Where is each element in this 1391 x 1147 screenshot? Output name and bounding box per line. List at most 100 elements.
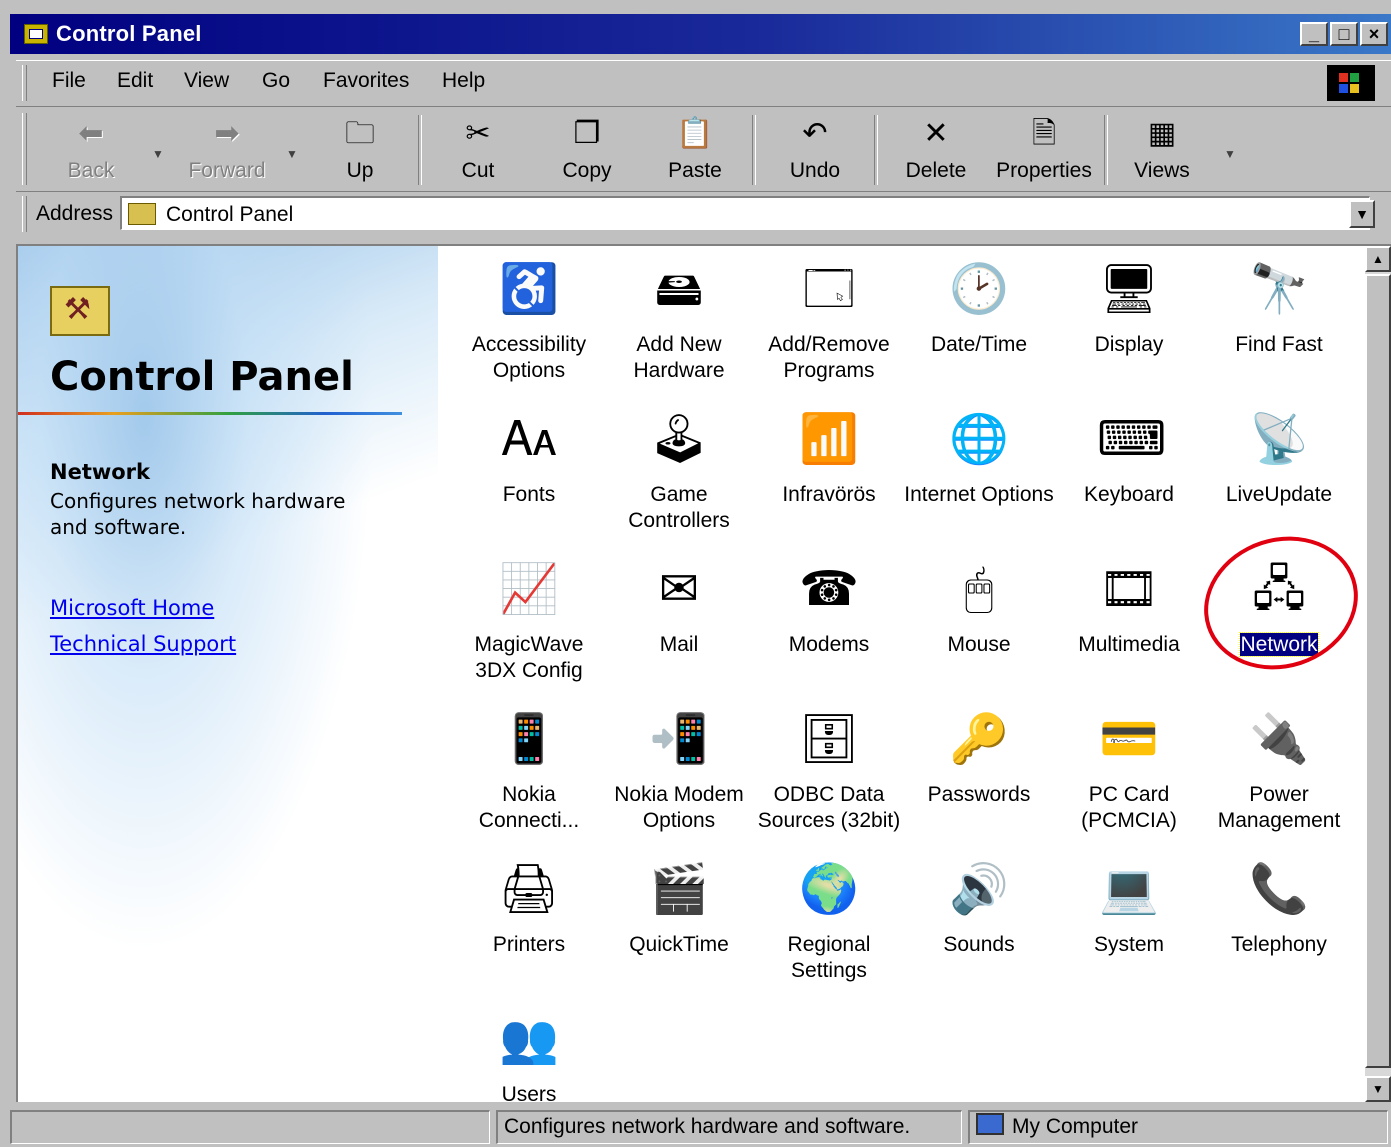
up-button[interactable]: 🗀 Up <box>322 111 398 187</box>
item-label: Multimedia <box>1078 633 1180 656</box>
address-bar: Address Control Panel ▼ <box>16 192 1391 236</box>
views-dropdown-icon[interactable]: ▼ <box>1224 147 1236 161</box>
control-panel-item-system[interactable]: 💻 System <box>1054 848 1204 998</box>
scroll-thumb[interactable] <box>1365 274 1391 1068</box>
title-bar[interactable]: Control Panel _ □ × <box>10 14 1391 54</box>
status-text: Configures network hardware and software… <box>496 1110 962 1144</box>
control-panel-item-keyboard[interactable]: ⌨ Keyboard <box>1054 398 1204 548</box>
standard-toolbar: ⬅ Back ▼ ➡ Forward ▼ 🗀 Up ✂ Cut ❐ Copy 📋… <box>16 106 1391 192</box>
control-panel-item-multimedia[interactable]: 🎞 Multimedia <box>1054 548 1204 698</box>
paste-icon: 📋 <box>676 117 714 150</box>
web-view-panel: Control Panel Network Configures network… <box>18 246 438 1102</box>
control-panel-item-quicktime[interactable]: 🎬 QuickTime <box>604 848 754 998</box>
copy-icon: ❐ <box>573 117 601 150</box>
forward-button[interactable]: ➡ Forward <box>180 111 274 187</box>
menu-help[interactable]: Help <box>442 69 485 93</box>
control-panel-item-printers[interactable]: 🖨 Printers <box>454 848 604 998</box>
control-panel-item-game-controllers[interactable]: 🕹 Game Controllers <box>604 398 754 548</box>
menu-view[interactable]: View <box>184 69 229 93</box>
control-panel-item-odbc-data-sources-32bit[interactable]: 🗄 ODBC Data Sources (32bit) <box>754 698 904 848</box>
control-panel-item-modems[interactable]: ☎ Modems <box>754 548 904 698</box>
back-dropdown-icon[interactable]: ▼ <box>152 147 164 161</box>
toolbar-grip[interactable] <box>22 113 27 185</box>
programs-icon: 🗔 <box>802 263 856 316</box>
item-label: Modems <box>788 633 870 656</box>
control-panel-item-users[interactable]: 👥 Users <box>454 998 604 1102</box>
item-label: Date/Time <box>930 333 1028 356</box>
icon-grid: ♿ Accessibility Options 🖴 Add New Hardware 🗔… <box>438 246 1358 1102</box>
mail-icon: ✉ <box>658 563 700 616</box>
control-panel-item-sounds[interactable]: 🔊 Sounds <box>904 848 1054 998</box>
control-panel-item-mouse[interactable]: 🖱 Mouse <box>904 548 1054 698</box>
globe-tools-icon: 🌐 <box>949 413 1009 466</box>
views-button[interactable]: ▦ Views <box>1122 111 1202 187</box>
address-grip[interactable] <box>22 196 27 232</box>
control-panel-icon[interactable] <box>24 24 48 44</box>
mouse-icon: 🖱 <box>964 563 994 616</box>
item-label: Display <box>1094 333 1164 356</box>
control-panel-item-infrav-r-s[interactable]: 📶 Infravörös <box>754 398 904 548</box>
control-panel-item-find-fast[interactable]: 🔭 Find Fast <box>1204 248 1354 398</box>
address-dropdown-button[interactable]: ▼ <box>1349 200 1375 228</box>
delete-button[interactable]: ✕ Delete <box>894 111 978 187</box>
back-button[interactable]: ⬅ Back <box>46 111 136 187</box>
liveupdate-icon: 📡 <box>1249 413 1309 466</box>
item-label: Sounds <box>943 933 1015 956</box>
paste-button[interactable]: 📋 Paste <box>652 111 738 187</box>
item-label: Infravörös <box>782 483 876 506</box>
windows-logo-icon <box>1327 65 1375 101</box>
infrared-icon: 📶 <box>799 413 859 466</box>
undo-button[interactable]: ↶ Undo <box>772 111 858 187</box>
control-panel-item-date-time[interactable]: 🕑 Date/Time <box>904 248 1054 398</box>
control-panel-folder-icon <box>50 286 110 336</box>
control-panel-item-internet-options[interactable]: 🌐 Internet Options <box>904 398 1054 548</box>
minimize-button[interactable]: _ <box>1300 22 1328 46</box>
menu-edit[interactable]: Edit <box>117 69 153 93</box>
control-panel-item-mail[interactable]: ✉ Mail <box>604 548 754 698</box>
telephony-icon: 📞 <box>1249 863 1309 916</box>
control-panel-item-add-remove-programs[interactable]: 🗔 Add/Remove Programs <box>754 248 904 398</box>
arrow-left-icon: ⬅ <box>78 117 104 150</box>
window-title: Control Panel <box>56 21 202 46</box>
control-panel-item-display[interactable]: 🖥 Display <box>1054 248 1204 398</box>
close-button[interactable]: × <box>1360 22 1388 46</box>
control-panel-item-fonts[interactable]: 🗛 Fonts <box>454 398 604 548</box>
control-panel-item-liveupdate[interactable]: 📡 LiveUpdate <box>1204 398 1354 548</box>
microsoft-home-link[interactable]: Microsoft Home <box>50 596 214 620</box>
item-label: QuickTime <box>629 933 729 956</box>
control-panel-item-accessibility-options[interactable]: ♿ Accessibility Options <box>454 248 604 398</box>
scroll-up-button[interactable]: ▲ <box>1365 246 1391 272</box>
control-panel-item-nokia-modem-options[interactable]: 📲 Nokia Modem Options <box>604 698 754 848</box>
vertical-scrollbar[interactable]: ▲ ▼ <box>1365 246 1391 1102</box>
menu-favorites[interactable]: Favorites <box>323 69 409 93</box>
pc-card-icon: 💳 <box>1099 713 1159 766</box>
menu-file[interactable]: File <box>52 69 86 93</box>
control-panel-item-magicwave-3dx-config[interactable]: 📈 MagicWave 3DX Config <box>454 548 604 698</box>
control-panel-item-telephony[interactable]: 📞 Telephony <box>1204 848 1354 998</box>
status-bar: Configures network hardware and software… <box>10 1108 1391 1147</box>
nokia-modem-icon: 📲 <box>649 713 709 766</box>
copy-button[interactable]: ❐ Copy <box>544 111 630 187</box>
keys-icon: 🔑 <box>949 713 1009 766</box>
folder-content: Control Panel Network Configures network… <box>16 244 1391 1102</box>
item-label: Keyboard <box>1084 483 1174 506</box>
control-panel-item-add-new-hardware[interactable]: 🖴 Add New Hardware <box>604 248 754 398</box>
item-label: Mouse <box>947 633 1011 656</box>
menu-go[interactable]: Go <box>262 69 290 93</box>
control-panel-item-power-management[interactable]: 🔌 Power Management <box>1204 698 1354 848</box>
item-label: Power Management <box>1217 783 1341 832</box>
properties-button[interactable]: 🗎 Properties <box>990 111 1098 187</box>
control-panel-item-pc-card-pcmcia[interactable]: 💳 PC Card (PCMCIA) <box>1054 698 1204 848</box>
technical-support-link[interactable]: Technical Support <box>50 632 236 656</box>
webview-divider <box>18 412 402 415</box>
maximize-button[interactable]: □ <box>1330 22 1358 46</box>
forward-dropdown-icon[interactable]: ▼ <box>286 147 298 161</box>
control-panel-item-regional-settings[interactable]: 🌍 Regional Settings <box>754 848 904 998</box>
control-panel-item-nokia-connecti[interactable]: 📱 Nokia Connecti... <box>454 698 604 848</box>
cut-button[interactable]: ✂ Cut <box>440 111 516 187</box>
address-input[interactable]: Control Panel <box>120 196 1370 230</box>
control-panel-item-passwords[interactable]: 🔑 Passwords <box>904 698 1054 848</box>
scroll-down-button[interactable]: ▼ <box>1365 1076 1391 1102</box>
menu-grip[interactable] <box>22 65 27 101</box>
properties-icon: 🗎 <box>1031 117 1057 150</box>
